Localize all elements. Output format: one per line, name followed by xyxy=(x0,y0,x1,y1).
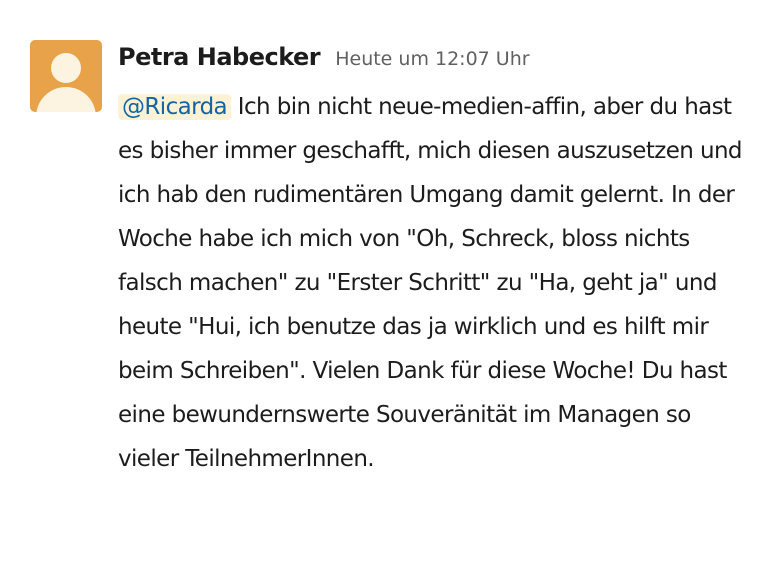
message-content: Petra Habecker Heute um 12:07 Uhr @Ricar… xyxy=(118,40,748,481)
message-body: @Ricarda Ich bin nicht neue-medien-affin… xyxy=(118,85,748,481)
user-silhouette-icon xyxy=(51,53,81,83)
user-silhouette-body xyxy=(36,87,96,112)
message-header: Petra Habecker Heute um 12:07 Uhr xyxy=(118,40,748,74)
user-avatar[interactable] xyxy=(30,40,102,112)
message-text: Ich bin nicht neue-medien-affin, aber du… xyxy=(118,94,743,472)
sender-name[interactable]: Petra Habecker xyxy=(118,43,321,71)
user-mention[interactable]: @Ricarda xyxy=(118,94,232,120)
message-timestamp[interactable]: Heute um 12:07 Uhr xyxy=(335,48,529,70)
